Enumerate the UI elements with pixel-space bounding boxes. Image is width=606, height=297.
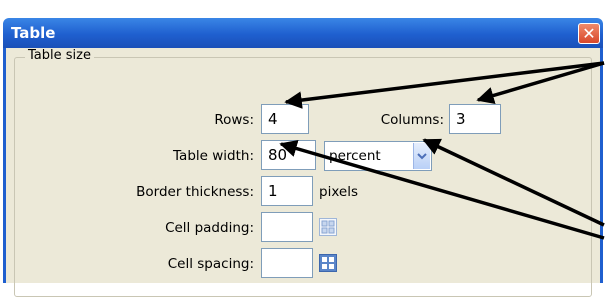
arrow-to-columns: [476, 61, 605, 104]
annotation-arrows: [279, 61, 605, 240]
arrow-to-rows: [284, 61, 605, 109]
arrow-to-width-value: [279, 139, 605, 240]
